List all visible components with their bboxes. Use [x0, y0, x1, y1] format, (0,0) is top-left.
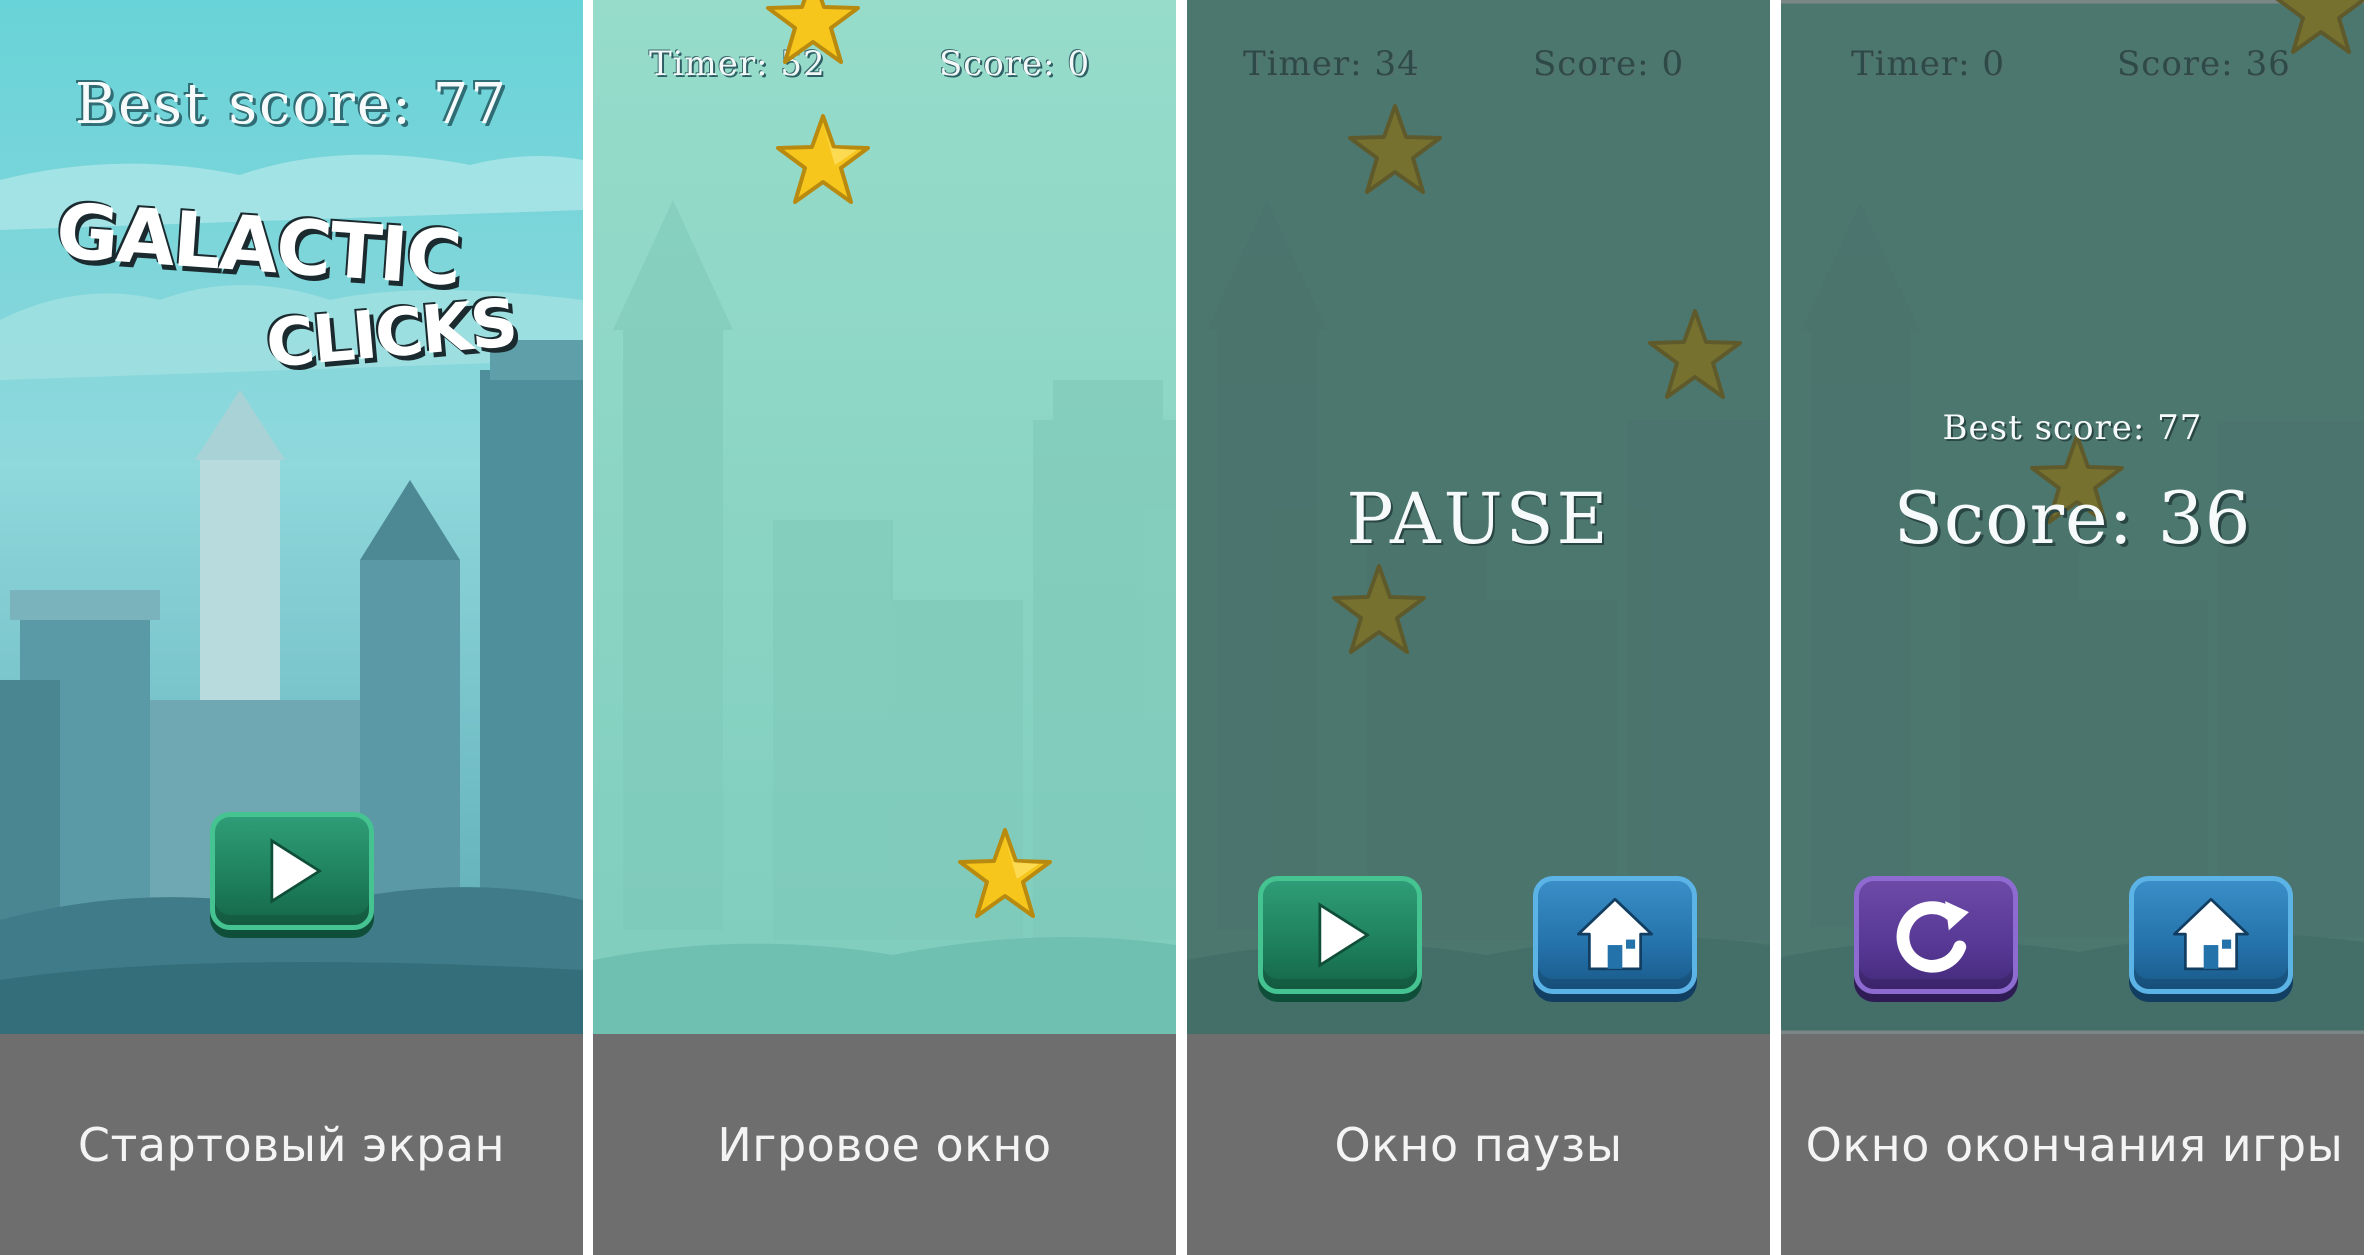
start-screen: Best score: 77 GALACTIC CLICKS — [0, 0, 583, 1034]
logo-line-1: GALACTIC — [53, 186, 463, 303]
caption-bar: Игровое окно — [593, 1034, 1176, 1255]
star-icon[interactable] — [773, 110, 873, 210]
score-label: Score: 0 — [939, 44, 1091, 84]
pause-screen: Timer: 34 Score: 0 PAUSE — [1187, 0, 1770, 1034]
panel-game-over-window: Timer: 0 Score: 36 Best score: 77 Score:… — [1781, 0, 2364, 1255]
caption-game: Игровое окно — [717, 1117, 1052, 1172]
timer-label: Timer: 0 — [1851, 44, 2006, 84]
restart-button[interactable] — [1854, 876, 2018, 994]
panel-start-screen: Best score: 77 GALACTIC CLICKS Стартовый… — [0, 0, 583, 1255]
home-button[interactable] — [1533, 876, 1697, 994]
score-label: Score: 36 — [2117, 44, 2291, 84]
star-icon[interactable] — [955, 824, 1055, 924]
best-score-label: Best score: 77 — [1942, 408, 2203, 448]
caption-pause: Окно паузы — [1334, 1117, 1623, 1172]
star-icon[interactable] — [763, 0, 863, 70]
restart-icon — [1896, 901, 1969, 973]
panel-pause-window: Timer: 34 Score: 0 PAUSE Окно паузы — [1187, 0, 1770, 1255]
timer-label: Timer: 34 — [1243, 44, 1420, 84]
play-icon — [1318, 902, 1371, 968]
resume-button[interactable] — [1258, 876, 1422, 994]
caption-game-over: Окно окончания игры — [1805, 1117, 2344, 1172]
game-over-screen: Timer: 0 Score: 36 Best score: 77 Score:… — [1781, 0, 2364, 1034]
home-button[interactable] — [2129, 876, 2293, 994]
final-score-label: Score: 36 — [1893, 476, 2252, 560]
home-icon — [2173, 897, 2249, 971]
caption-bar: Окно окончания игры — [1781, 1034, 2364, 1255]
score-label: Score: 0 — [1533, 44, 1685, 84]
logo-line-2: CLICKS — [263, 284, 520, 383]
game-screen: Timer: 52 Score: 0 — [593, 0, 1176, 1034]
game-logo: GALACTIC CLICKS — [53, 186, 520, 400]
play-button[interactable] — [210, 812, 374, 930]
home-icon — [1577, 897, 1653, 971]
caption-start: Стартовый экран — [77, 1117, 506, 1172]
panel-game-window: Timer: 52 Score: 0 Игровое окно — [593, 0, 1176, 1255]
game-background — [593, 0, 1176, 1034]
pause-title: PAUSE — [1346, 478, 1611, 560]
play-icon — [270, 838, 323, 904]
caption-bar: Окно паузы — [1187, 1034, 1770, 1255]
caption-bar: Стартовый экран — [0, 1034, 583, 1255]
best-score-label: Best score: 77 — [75, 72, 508, 137]
